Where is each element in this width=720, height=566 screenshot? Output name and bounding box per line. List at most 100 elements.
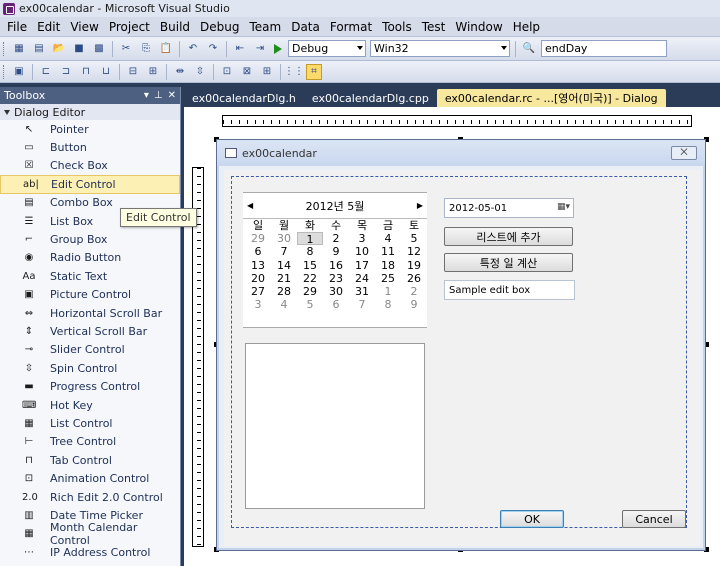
calendar-day[interactable]: 5 (297, 298, 323, 311)
calendar-day[interactable]: 1 (375, 285, 401, 298)
calculate-day-button[interactable]: 특정 일 계산 (444, 253, 573, 272)
sample-edit-box[interactable]: Sample edit box (444, 280, 575, 300)
calendar-day[interactable]: 18 (375, 259, 401, 272)
calendar-dropdown-icon[interactable]: ▦▾ (557, 202, 570, 212)
document-tab[interactable]: ex00calendarDlg.cpp (304, 89, 437, 107)
calendar-day[interactable]: 27 (245, 285, 271, 298)
start-debugging-icon[interactable] (274, 43, 282, 54)
menu-tools[interactable]: Tools (377, 17, 417, 37)
undo-icon[interactable]: ↶ (185, 41, 201, 57)
menu-edit[interactable]: Edit (32, 17, 65, 37)
toolbox-item-hot-key[interactable]: ⌨ Hot Key (0, 396, 180, 414)
toolbox-item-group-box[interactable]: ⌐ Group Box (0, 230, 180, 248)
calendar-day[interactable]: 4 (271, 298, 297, 311)
document-tab[interactable]: ex00calendarDlg.h (184, 89, 304, 107)
make-same-size-icon[interactable]: ⊞ (259, 64, 275, 80)
document-tab[interactable]: ex00calendar.rc - ...[영어(미국)] - Dialog (436, 89, 666, 107)
calendar-day[interactable]: 3 (245, 298, 271, 311)
copy-icon[interactable]: ⎘ (138, 41, 154, 57)
test-dialog-icon[interactable]: ▣ (11, 64, 27, 80)
menu-data[interactable]: Data (286, 17, 325, 37)
navigate-back-icon[interactable]: ⇤ (232, 41, 248, 57)
dialog-client-area[interactable]: ◀ 2012년 5월 ▶ 일 월 화 수 목 금 토 29 30 1 2 3 4 5 6 7 8 9 10 11 12 1… (224, 170, 700, 546)
find-in-files-icon[interactable]: 🔍 (521, 41, 537, 57)
toolbox-item-horizontal-scroll-bar[interactable]: ⇔ Horizontal Scroll Bar (0, 304, 180, 322)
dialog-editor-canvas[interactable]: ex00calendar ⨉ ◀ 2012년 5월 ▶ 일 월 화 수 목 금 토 29 30 1… (184, 107, 720, 566)
calendar-day[interactable]: 6 (245, 245, 271, 258)
space-down-icon[interactable]: ⇳ (192, 64, 208, 80)
dropdown-icon[interactable]: ▾ (144, 90, 149, 101)
menu-file[interactable]: File (2, 17, 32, 37)
center-horizontal-icon[interactable]: ⊞ (145, 64, 161, 80)
calendar-day[interactable]: 16 (323, 259, 349, 272)
month-calendar-control[interactable]: ◀ 2012년 5월 ▶ 일 월 화 수 목 금 토 29 30 1 2 3 4 5 6 7 8 9 10 11 12 1… (243, 192, 427, 328)
align-lefts-icon[interactable]: ⊏ (38, 64, 54, 80)
calendar-day[interactable]: 28 (271, 285, 297, 298)
calendar-day[interactable]: 11 (375, 245, 401, 258)
menu-help[interactable]: Help (508, 17, 545, 37)
redo-icon[interactable]: ↷ (205, 41, 221, 57)
calendar-day[interactable]: 3 (349, 232, 375, 245)
save-icon[interactable]: ■ (71, 41, 87, 57)
add-to-list-button[interactable]: 리스트에 추가 (444, 227, 573, 246)
toolbox-item-tree-control[interactable]: ⊢ Tree Control (0, 433, 180, 451)
save-all-icon[interactable]: ▩ (91, 41, 107, 57)
toolbox-item-check-box[interactable]: ☒ Check Box (0, 157, 180, 175)
calendar-day[interactable]: 26 (401, 272, 427, 285)
configuration-select[interactable]: Debug (288, 40, 366, 57)
calendar-day[interactable]: 2 (401, 285, 427, 298)
toolbox-item-rich-edit-2-0-control[interactable]: 2.0 Rich Edit 2.0 Control (0, 488, 180, 506)
calendar-day[interactable]: 22 (297, 272, 323, 285)
pin-icon[interactable]: ⊥ (154, 90, 163, 101)
calendar-day[interactable]: 9 (401, 298, 427, 311)
calendar-day[interactable]: 7 (271, 245, 297, 258)
toolbox-item-vertical-scroll-bar[interactable]: ⇕ Vertical Scroll Bar (0, 322, 180, 340)
calendar-day[interactable]: 21 (271, 272, 297, 285)
toolbar-grip[interactable] (3, 64, 6, 79)
menu-format[interactable]: Format (325, 17, 377, 37)
align-bottoms-icon[interactable]: ⊔ (98, 64, 114, 80)
date-time-picker[interactable]: 2012-05-01 ▦▾ (444, 198, 574, 218)
toolbox-item-ip-address-control[interactable]: ⋯ IP Address Control (0, 543, 180, 561)
menu-test[interactable]: Test (417, 17, 451, 37)
date-list-box[interactable] (245, 343, 425, 509)
toolbox-item-edit-control[interactable]: ab| Edit Control (0, 175, 180, 194)
toolbox-item-picture-control[interactable]: ▣ Picture Control (0, 286, 180, 304)
toolbox-item-animation-control[interactable]: ⊡ Animation Control (0, 469, 180, 487)
dialog-close-button[interactable]: ⨉ (671, 146, 697, 160)
calendar-day[interactable]: 25 (375, 272, 401, 285)
calendar-day[interactable]: 17 (349, 259, 375, 272)
toolbox-item-static-text[interactable]: Aa Static Text (0, 267, 180, 285)
find-combo[interactable]: endDay (541, 40, 667, 57)
toolbox-group-dialog-editor[interactable]: Dialog Editor (0, 104, 180, 120)
toolbox-item-month-calendar-control[interactable]: ▦ Month Calendar Control (0, 521, 180, 547)
toolbox-item-list-control[interactable]: ▦ List Control (0, 414, 180, 432)
navigate-forward-icon[interactable]: ⇥ (252, 41, 268, 57)
menu-view[interactable]: View (65, 17, 103, 37)
calendar-day[interactable]: 23 (323, 272, 349, 285)
menu-build[interactable]: Build (155, 17, 195, 37)
dialog-form[interactable]: ex00calendar ⨉ ◀ 2012년 5월 ▶ 일 월 화 수 목 금 토 29 30 1… (216, 139, 706, 551)
make-same-height-icon[interactable]: ⊠ (239, 64, 255, 80)
calendar-day[interactable]: 8 (297, 245, 323, 258)
toggle-guides-icon[interactable]: ⌗ (306, 63, 322, 80)
calendar-day[interactable]: 20 (245, 272, 271, 285)
calendar-day[interactable]: 30 (323, 285, 349, 298)
center-vertical-icon[interactable]: ⊟ (125, 64, 141, 80)
calendar-day[interactable]: 7 (349, 298, 375, 311)
calendar-day[interactable]: 1 (297, 232, 323, 246)
calendar-day[interactable]: 10 (349, 245, 375, 258)
cancel-button[interactable]: Cancel (622, 510, 686, 528)
toolbox-item-spin-control[interactable]: ⇳ Spin Control (0, 359, 180, 377)
calendar-day[interactable]: 8 (375, 298, 401, 311)
calendar-day[interactable]: 4 (375, 232, 401, 245)
platform-select[interactable]: Win32 (370, 40, 510, 57)
new-project-icon[interactable]: ▦ (11, 41, 27, 57)
toolbox-item-radio-button[interactable]: ◉ Radio Button (0, 249, 180, 267)
calendar-day[interactable]: 29 (245, 232, 271, 245)
calendar-day[interactable]: 2 (323, 232, 349, 245)
space-across-icon[interactable]: ⇹ (172, 64, 188, 80)
menu-project[interactable]: Project (104, 17, 155, 37)
align-tops-icon[interactable]: ⊓ (78, 64, 94, 80)
toolbox-item-tab-control[interactable]: ⊓ Tab Control (0, 451, 180, 469)
